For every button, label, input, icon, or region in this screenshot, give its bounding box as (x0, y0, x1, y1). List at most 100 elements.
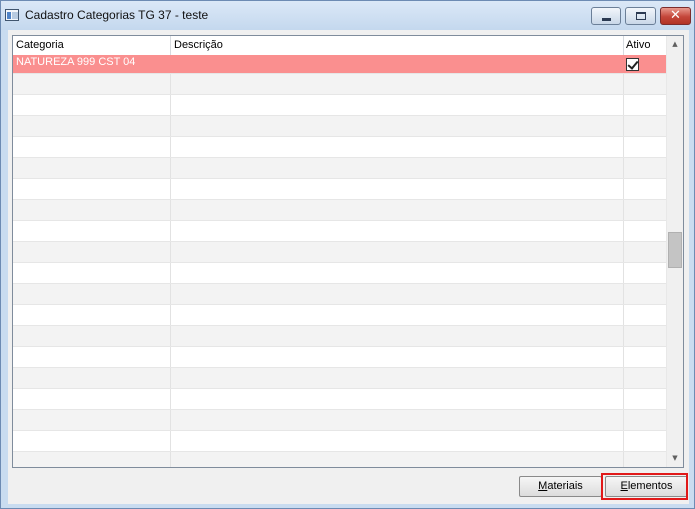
table-row[interactable] (13, 242, 666, 263)
table-row[interactable] (13, 95, 666, 116)
table-cell[interactable] (171, 221, 624, 241)
scroll-thumb[interactable] (668, 232, 682, 268)
table-cell[interactable] (624, 368, 666, 388)
table-row[interactable] (13, 431, 666, 452)
table-cell[interactable] (13, 368, 171, 388)
table-cell[interactable] (13, 74, 171, 94)
table-row[interactable] (13, 74, 666, 95)
table-cell[interactable] (624, 431, 666, 451)
table-cell[interactable] (171, 200, 624, 220)
table-cell[interactable] (624, 95, 666, 115)
table-row[interactable] (13, 389, 666, 410)
table-row[interactable] (13, 410, 666, 431)
table-cell[interactable] (171, 284, 624, 304)
window: Cadastro Categorias TG 37 - teste ✕ Cate… (0, 0, 695, 509)
materiais-label: ateriais (547, 480, 583, 492)
table-cell[interactable] (624, 116, 666, 136)
table-row[interactable] (13, 137, 666, 158)
table-row[interactable] (13, 368, 666, 389)
table-cell[interactable] (13, 242, 171, 262)
table-cell[interactable] (13, 179, 171, 199)
title-bar[interactable]: Cadastro Categorias TG 37 - teste ✕ (1, 1, 694, 30)
table-cell[interactable] (624, 179, 666, 199)
table-row[interactable] (13, 347, 666, 368)
table-cell[interactable] (171, 74, 624, 94)
column-header-categoria[interactable]: Categoria (13, 36, 171, 55)
table-cell[interactable] (624, 158, 666, 178)
table-cell[interactable] (171, 179, 624, 199)
table-row[interactable] (13, 221, 666, 242)
table-cell[interactable] (13, 347, 171, 367)
table-row[interactable] (13, 179, 666, 200)
table-cell[interactable] (13, 326, 171, 346)
table-cell[interactable] (624, 389, 666, 409)
minimize-icon (602, 18, 611, 21)
close-button[interactable]: ✕ (660, 7, 691, 25)
table-cell[interactable] (624, 137, 666, 157)
column-header-ativo[interactable]: Ativo (624, 36, 666, 55)
table-cell[interactable] (13, 95, 171, 115)
table-cell[interactable] (171, 137, 624, 157)
table-cell[interactable] (624, 200, 666, 220)
table-cell[interactable] (13, 431, 171, 451)
minimize-button[interactable] (591, 7, 621, 25)
table-cell[interactable] (13, 221, 171, 241)
table-cell[interactable] (13, 200, 171, 220)
table-cell[interactable] (624, 452, 666, 467)
table-cell[interactable] (624, 410, 666, 430)
table-cell[interactable] (624, 221, 666, 241)
table-cell[interactable] (624, 74, 666, 94)
cell-categoria[interactable]: NATUREZA 999 CST 04 (16, 56, 135, 68)
table-row[interactable] (13, 326, 666, 347)
scroll-up-icon[interactable]: ▲ (667, 36, 683, 53)
table-cell[interactable] (171, 347, 624, 367)
table-cell[interactable] (171, 116, 624, 136)
table-cell[interactable] (13, 389, 171, 409)
table-cell[interactable] (171, 95, 624, 115)
table-cell[interactable] (624, 242, 666, 262)
table-cell[interactable] (13, 452, 171, 467)
table-cell[interactable] (171, 242, 624, 262)
table-row[interactable] (13, 284, 666, 305)
table-cell[interactable] (624, 305, 666, 325)
table-cell[interactable] (171, 431, 624, 451)
materiais-mnemonic: M (538, 480, 548, 492)
table-cell[interactable] (171, 368, 624, 388)
table-cell[interactable] (13, 284, 171, 304)
table-row[interactable] (13, 116, 666, 137)
elementos-button[interactable]: Elementos (605, 476, 688, 497)
table-row[interactable] (13, 158, 666, 179)
scroll-down-icon[interactable]: ▼ (667, 450, 683, 467)
table-cell[interactable] (13, 263, 171, 283)
table-cell[interactable] (171, 389, 624, 409)
table-cell[interactable] (171, 452, 624, 467)
ativo-checkbox[interactable] (626, 58, 639, 71)
table-cell[interactable] (624, 347, 666, 367)
table-cell[interactable] (13, 410, 171, 430)
maximize-button[interactable] (625, 7, 656, 25)
grid-header: Categoria Descrição Ativo (13, 36, 666, 55)
table-row-selected[interactable]: NATUREZA 999 CST 04 (13, 55, 666, 74)
table-row[interactable] (13, 263, 666, 284)
table-cell[interactable] (171, 158, 624, 178)
table-cell[interactable] (171, 326, 624, 346)
table-row[interactable] (13, 452, 666, 467)
table-cell[interactable] (13, 158, 171, 178)
table-cell[interactable] (13, 137, 171, 157)
table-cell[interactable] (624, 326, 666, 346)
vertical-scrollbar[interactable]: ▲ ▼ (666, 36, 683, 467)
close-icon: ✕ (670, 8, 681, 23)
table-cell[interactable] (13, 116, 171, 136)
table-cell[interactable] (13, 305, 171, 325)
table-cell[interactable] (171, 263, 624, 283)
categories-grid[interactable]: Categoria Descrição Ativo NATUREZA 999 C… (12, 35, 684, 468)
table-cell[interactable] (171, 305, 624, 325)
table-row[interactable] (13, 305, 666, 326)
app-icon (5, 9, 19, 21)
materiais-button[interactable]: Materiais (519, 476, 602, 497)
table-row[interactable] (13, 200, 666, 221)
table-cell[interactable] (624, 263, 666, 283)
table-cell[interactable] (171, 410, 624, 430)
table-cell[interactable] (624, 284, 666, 304)
column-header-descricao[interactable]: Descrição (171, 36, 624, 55)
